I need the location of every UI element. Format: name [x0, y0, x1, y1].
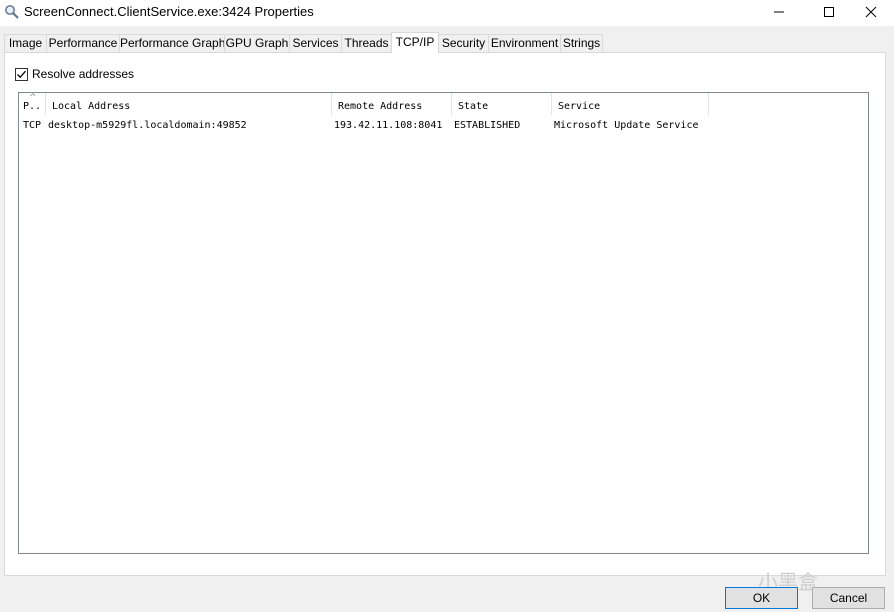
sort-ascending-icon: ^ [29, 93, 37, 103]
window-title: ScreenConnect.ClientService.exe:3424 Pro… [24, 4, 314, 19]
tab-services[interactable]: Services [289, 34, 342, 52]
ok-button[interactable]: OK [725, 587, 798, 609]
column-state[interactable]: State [452, 93, 552, 115]
column-service[interactable]: Service [552, 93, 709, 115]
tab-security[interactable]: Security [438, 34, 489, 52]
tab-tcp-ip[interactable]: TCP/IP [391, 32, 439, 53]
cell-state: ESTABLISHED [454, 120, 521, 131]
cancel-button[interactable]: Cancel [812, 587, 885, 609]
column-local-address[interactable]: Local Address [46, 93, 332, 115]
column-remote-address[interactable]: Remote Address [332, 93, 452, 115]
connections-list[interactable]: ^ P.. Local Address Remote Address State… [18, 92, 869, 554]
tab-threads[interactable]: Threads [341, 34, 392, 52]
tab-performance[interactable]: Performance [46, 34, 120, 52]
tab-strings[interactable]: Strings [560, 34, 603, 52]
table-row[interactable]: TCP desktop-m5929fl.localdomain:49852 19… [19, 117, 868, 134]
tab-image[interactable]: Image [4, 34, 47, 52]
cell-protocol: TCP [23, 120, 42, 131]
cell-remote-address: 193.42.11.108:8041 [334, 120, 443, 131]
title-bar: ScreenConnect.ClientService.exe:3424 Pro… [0, 0, 894, 26]
resolve-addresses-label: Resolve addresses [32, 67, 135, 81]
resolve-addresses-option[interactable]: Resolve addresses [15, 66, 134, 82]
tab-performance-graph[interactable]: Performance Graph [119, 34, 225, 52]
cell-service: Microsoft Update Service [554, 120, 699, 131]
tab-gpu-graph[interactable]: GPU Graph [224, 34, 290, 52]
resolve-addresses-checkbox[interactable] [15, 67, 28, 81]
magnifier-icon [4, 4, 20, 20]
cell-local-address: desktop-m5929fl.localdomain:49852 [48, 120, 247, 131]
maximize-button[interactable] [806, 0, 852, 24]
list-header: ^ P.. Local Address Remote Address State… [19, 93, 868, 115]
tab-environment[interactable]: Environment [488, 34, 561, 52]
column-protocol[interactable]: ^ P.. [19, 93, 46, 115]
minimize-button[interactable] [756, 0, 802, 24]
close-button[interactable] [848, 0, 894, 24]
tab-strip: Image Performance Performance Graph GPU … [4, 32, 890, 53]
